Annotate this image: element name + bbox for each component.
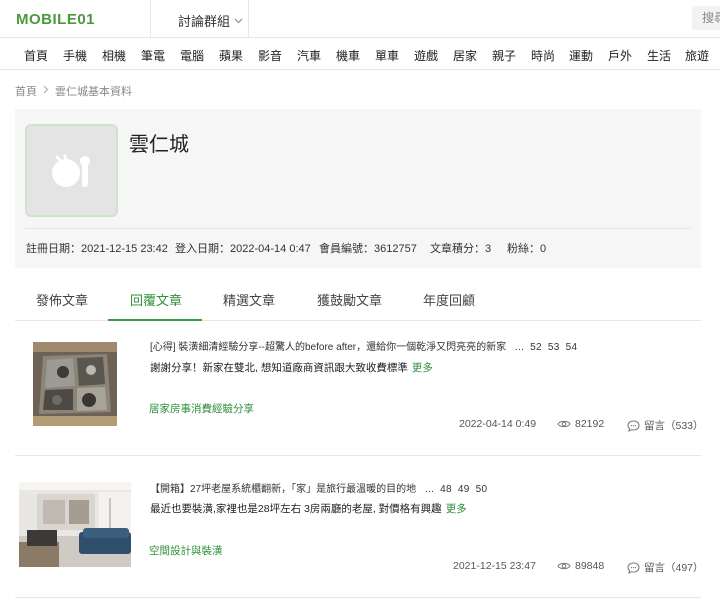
nav-item-apple[interactable]: 蘋果 [219,47,243,64]
site-logo[interactable]: MOBILE01 [16,7,95,31]
nav-item-bicycles[interactable]: 單車 [375,47,399,64]
page-link[interactable]: 53 [548,342,560,353]
comment-icon [627,561,640,574]
comment-count-value: 留言（497） [644,562,704,574]
page-links: ... 52 53 54 [515,342,577,353]
comment-count[interactable]: 留言（497） [627,560,704,575]
comment-icon [627,419,640,432]
comment-count-value: 留言（533） [644,420,704,432]
page-links: ... 48 49 50 [425,484,487,495]
top-bar: MOBILE01 討論群組 搜尋 [0,0,720,38]
page-link[interactable]: 52 [530,342,542,353]
breadcrumb-home[interactable]: 首頁 [15,83,37,99]
tab-annual-review[interactable]: 年度回顧 [423,290,475,309]
nav-item-parenting[interactable]: 親子 [492,47,516,64]
forum-group-label: 討論群組 [178,14,231,29]
post-meta: 2021-12-15 23:47 89848 留言（497） [453,560,704,575]
nav-item-home[interactable]: 首頁 [24,47,48,64]
list-item: 【開箱】27坪老屋系統櫃翻新，「家」是旅行最溫暖的目的地 ... 48 49 50 最… [15,456,704,602]
post-category[interactable]: 空間設計與裝潢 [149,543,223,558]
page-link[interactable]: 54 [566,342,578,353]
nav-item-motorcycles[interactable]: 機車 [336,47,360,64]
tab-featured-posts[interactable]: 精選文章 [223,290,275,309]
more-link[interactable]: 更多 [446,503,467,515]
comment-count[interactable]: 留言（533） [627,418,704,433]
nav-item-computers[interactable]: 電腦 [180,47,204,64]
member-number: 會員編號：3612757 [319,243,417,255]
forum-group-dropdown[interactable]: 討論群組 [178,11,243,30]
breadcrumb-current: 雲仁城基本資料 [55,86,132,98]
nav-item-cameras[interactable]: 相機 [102,47,126,64]
eye-icon [557,420,571,428]
default-avatar-icon [50,149,94,192]
post-meta: 2022-04-14 0:49 82192 留言（533） [459,418,704,433]
divider [150,0,151,38]
divider [15,597,701,598]
login-date: 登入日期：2022-04-14 0:47 [175,243,311,255]
profile-card: 雲仁城 註冊日期：2021-12-15 23:42 登入日期：2022-04-1… [15,109,701,268]
nav-item-games[interactable]: 遊戲 [414,47,438,64]
nav-item-av[interactable]: 影音 [258,47,282,64]
snippet-text: 謝謝分享！新家在雙北, 想知道廠商資訊跟大致收費標準 [150,362,408,374]
page-link[interactable]: 48 [440,484,452,495]
view-count-value: 89848 [575,560,605,572]
post-date: 2022-04-14 0:49 [459,418,537,430]
tab-encouraged-posts[interactable]: 獲鼓勵文章 [317,290,382,309]
nav-item-life[interactable]: 生活 [647,47,671,64]
divider [25,228,691,229]
search-placeholder: 搜尋 [702,11,720,25]
post-date: 2021-12-15 23:47 [453,560,536,572]
post-title[interactable]: [心得] 裝潢細清經驗分享--超驚人的before after，還給你一個乾淨又… [150,338,577,353]
page-link[interactable]: 50 [476,484,488,495]
nav-item-fashion[interactable]: 時尚 [531,47,555,64]
profile-tabs: 發佈文章 回覆文章 精選文章 獲鼓勵文章 年度回顧 [15,276,701,321]
nav-item-travel[interactable]: 旅遊 [685,47,709,64]
post-thumbnail[interactable] [19,482,131,567]
chevron-right-icon [43,85,49,97]
breadcrumb: 首頁 雲仁城基本資料 [15,83,132,99]
post-snippet: 最近也要裝潢,家裡也是28坪左右 3房兩廳的老屋, 對價格有興趣 更多 [150,501,467,516]
tab-reply-posts[interactable]: 回覆文章 [130,290,182,309]
nav-item-home-living[interactable]: 居家 [453,47,477,64]
list-item: [心得] 裝潢細清經驗分享--超驚人的before after，還給你一個乾淨又… [15,321,704,456]
category-nav: 首頁 手機 相機 筆電 電腦 蘋果 影音 汽車 機車 單車 遊戲 居家 親子 時… [0,38,720,70]
snippet-text: 最近也要裝潢,家裡也是28坪左右 3房兩廳的老屋, 對價格有興趣 [150,503,442,515]
nav-item-phones[interactable]: 手機 [63,47,87,64]
nav-item-outdoor[interactable]: 戶外 [608,47,632,64]
post-title-text: 【開箱】27坪老屋系統櫃翻新，「家」是旅行最溫暖的目的地 [150,484,417,495]
chevron-down-icon [234,16,243,26]
ellipsis: ... [424,484,435,495]
divider [248,0,249,38]
tab-published-posts[interactable]: 發佈文章 [36,290,88,309]
logo-text: MOBILE01 [16,10,96,28]
page-link[interactable]: 49 [458,484,470,495]
eye-icon [557,562,571,570]
view-count: 82192 [557,418,604,430]
fans-count: 粉絲：0 [507,243,547,255]
view-count: 89848 [557,560,604,572]
nav-item-sports[interactable]: 運動 [569,47,593,64]
post-score: 文章積分：3 [430,243,492,255]
profile-username: 雲仁城 [129,134,189,156]
search-input[interactable]: 搜尋 [692,6,720,30]
view-count-value: 82192 [575,418,605,430]
more-link[interactable]: 更多 [412,362,433,374]
post-title[interactable]: 【開箱】27坪老屋系統櫃翻新，「家」是旅行最溫暖的目的地 ... 48 49 50 [150,480,487,495]
nav-item-cars[interactable]: 汽車 [297,47,321,64]
post-thumbnail[interactable] [33,342,117,426]
register-date: 註冊日期：2021-12-15 23:42 [26,243,168,255]
nav-item-notebooks[interactable]: 筆電 [141,47,165,64]
ellipsis: ... [514,342,525,353]
post-title-text: [心得] 裝潢細清經驗分享--超驚人的before after，還給你一個乾淨又… [150,342,507,353]
avatar [25,124,118,217]
post-snippet: 謝謝分享！新家在雙北, 想知道廠商資訊跟大致收費標準 更多 [150,360,433,375]
post-category[interactable]: 居家房事消費經驗分享 [149,401,254,416]
